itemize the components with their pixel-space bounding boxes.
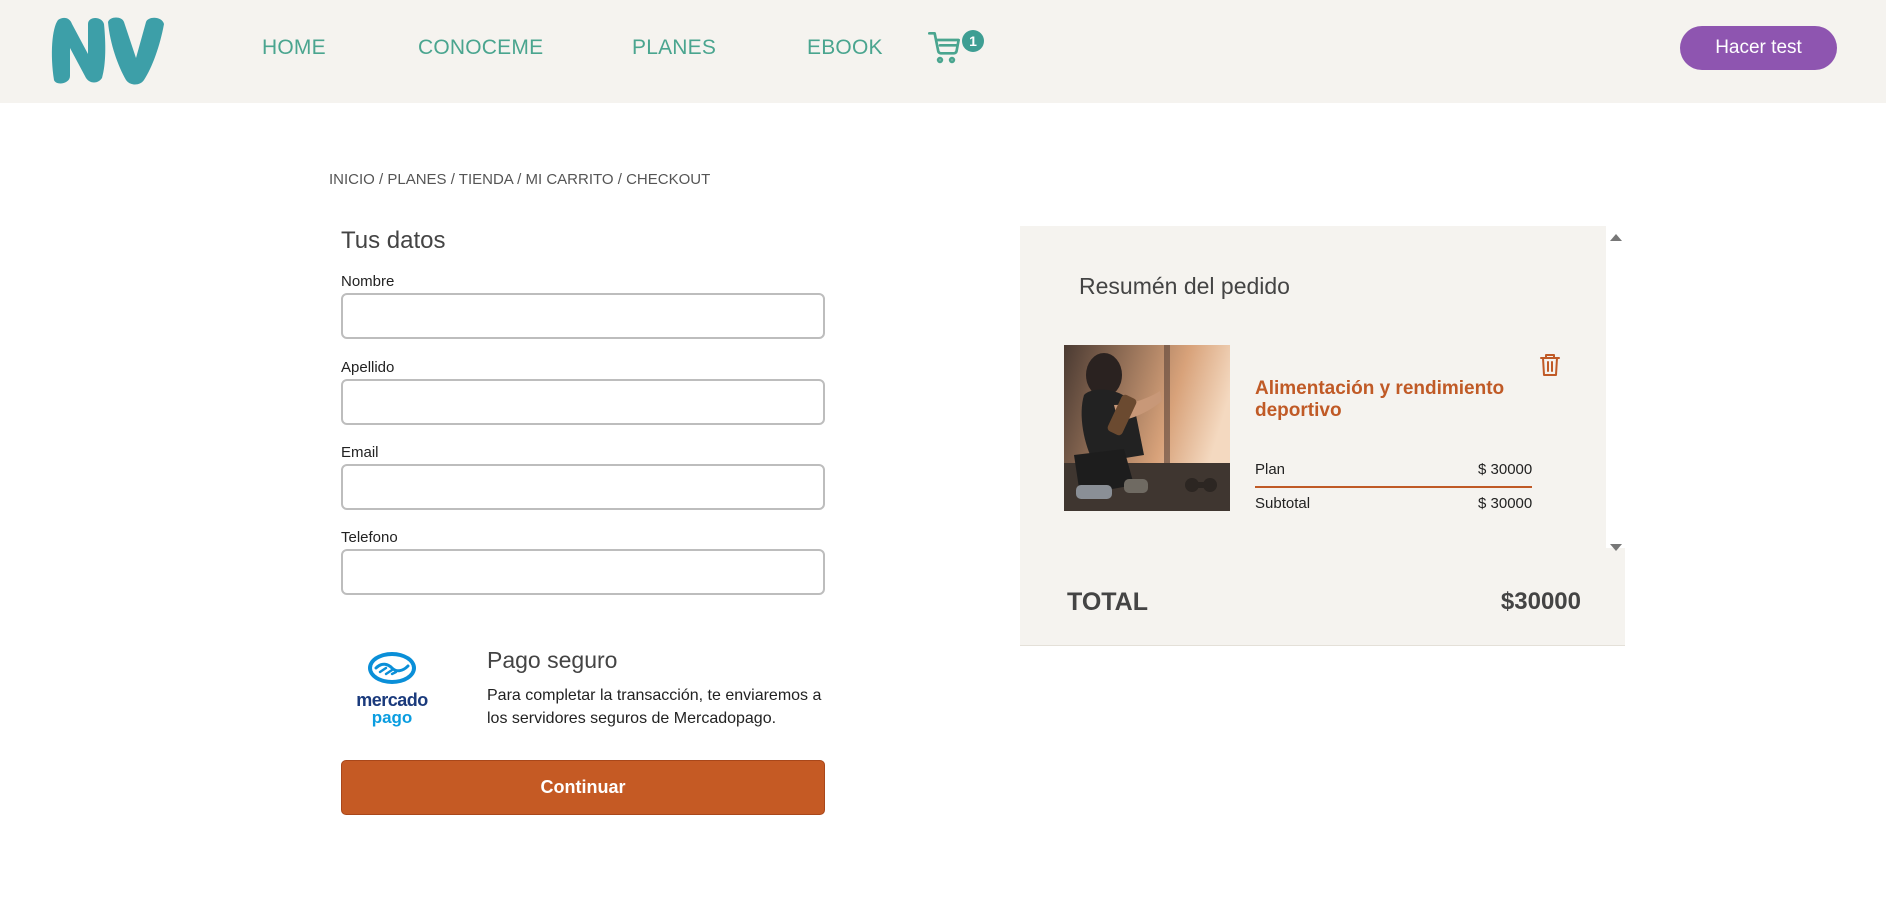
breadcrumb-planes[interactable]: PLANES [387, 171, 446, 188]
mercadopago-logo: mercado pago [350, 650, 434, 727]
cart-icon [928, 32, 960, 64]
apellido-input[interactable] [341, 379, 825, 425]
nombre-input[interactable] [341, 293, 825, 339]
email-input[interactable] [341, 464, 825, 510]
nav-planes[interactable]: PLANES [632, 36, 716, 60]
cart-count-badge: 1 [962, 30, 984, 52]
form-title: Tus datos [341, 227, 446, 254]
order-summary-scroll-area[interactable]: Resumén del pedido Alimentación y rendim… [1020, 226, 1606, 548]
nav-ebook[interactable]: EBOOK [807, 36, 883, 60]
mercadopago-logo-text-2: pago [371, 708, 413, 727]
summary-scrollbar[interactable] [1606, 226, 1625, 551]
nav-conoceme[interactable]: CONOCEME [418, 36, 543, 60]
total-label: TOTAL [1067, 588, 1149, 616]
breadcrumb-tienda[interactable]: TIENDA [459, 171, 513, 188]
breadcrumb: INICIO / PLANES / TIENDA / MI CARRITO / … [329, 171, 711, 188]
subtotal-value: $ 30000 [1478, 495, 1533, 512]
site-header: HOME CONOCEME PLANES EBOOK 1 Hacer test [0, 0, 1886, 103]
order-summary-title: Resumén del pedido [1079, 273, 1290, 299]
breadcrumb-checkout[interactable]: CHECKOUT [626, 171, 710, 188]
cart-button[interactable]: 1 [928, 28, 984, 68]
secure-payment-text: Para completar la transacción, te enviar… [487, 687, 822, 727]
email-label: Email [341, 444, 379, 461]
scroll-down-arrow-icon[interactable] [1610, 544, 1622, 551]
nv-logo[interactable] [48, 14, 170, 86]
summary-divider [1255, 486, 1532, 488]
handshake-icon [368, 652, 416, 684]
scroll-up-arrow-icon[interactable] [1610, 234, 1622, 241]
plan-value: $ 30000 [1478, 461, 1533, 478]
plan-label: Plan [1255, 461, 1286, 478]
order-summary: Resumén del pedido Alimentación y rendim… [1020, 226, 1625, 646]
secure-payment-title: Pago seguro [487, 647, 618, 673]
nombre-label: Nombre [341, 273, 395, 290]
telefono-label: Telefono [341, 529, 398, 546]
breadcrumb-mi-carrito[interactable]: MI CARRITO [526, 171, 614, 188]
mercadopago-logo-text-1: mercado [356, 690, 428, 710]
subtotal-label: Subtotal [1255, 495, 1311, 512]
apellido-label: Apellido [341, 359, 395, 376]
product-image [1064, 345, 1230, 511]
trash-icon[interactable] [1538, 352, 1562, 378]
breadcrumb-inicio[interactable]: INICIO [329, 171, 375, 188]
continue-button[interactable]: Continuar [341, 760, 825, 815]
total-value: $30000 [1500, 588, 1581, 615]
product-name: Alimentación y rendimiento deportivo [1255, 378, 1505, 421]
hacer-test-button[interactable]: Hacer test [1680, 26, 1837, 70]
telefono-input[interactable] [341, 549, 825, 595]
nav-home[interactable]: HOME [262, 36, 326, 60]
